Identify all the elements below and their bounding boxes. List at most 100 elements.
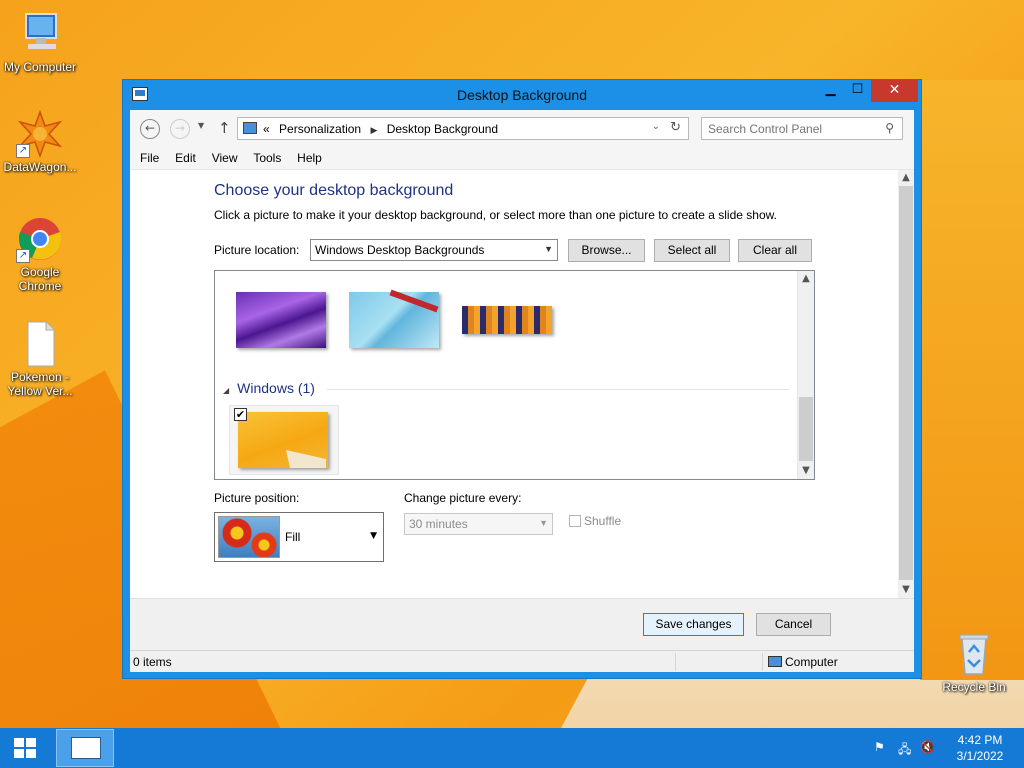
search-icon[interactable]: ⚲ — [885, 121, 894, 135]
chevron-down-icon: ▼ — [370, 531, 377, 541]
control-panel-icon — [243, 122, 257, 134]
group-divider — [327, 389, 789, 390]
refresh-icon[interactable]: ↻ — [670, 120, 681, 135]
computer-icon — [16, 10, 64, 58]
status-location-label: Computer — [785, 655, 838, 669]
taskbar-clock[interactable]: 4:42 PM 3/1/2022 — [940, 732, 1020, 764]
volume-muted-icon[interactable]: 🔇 — [920, 740, 935, 754]
clock-time: 4:42 PM — [957, 733, 1003, 747]
computer-icon — [768, 656, 782, 667]
scroll-down-icon[interactable]: ▼ — [898, 582, 914, 598]
datawagon-icon: ↗ — [16, 109, 64, 159]
wallpaper-thumbnail-windows[interactable] — [238, 412, 328, 468]
search-box[interactable]: ⚲ — [701, 117, 903, 140]
scroll-up-icon[interactable]: ▲ — [898, 170, 914, 186]
picture-location-dropdown[interactable]: Windows Desktop Backgrounds ▼ — [310, 239, 558, 261]
desktop-icon-datawagon[interactable]: ↗ DataWagon... — [0, 109, 80, 174]
select-all-button[interactable]: Select all — [654, 239, 730, 262]
control-panel-icon — [71, 737, 101, 759]
menu-edit[interactable]: Edit — [169, 148, 202, 165]
desktop-icon-google-chrome[interactable]: ↗ Google Chrome — [0, 215, 80, 293]
desktop-icon-label: Pokemon - Yellow Ver... — [7, 370, 73, 398]
shuffle-checkbox[interactable]: Shuffle — [569, 514, 621, 528]
scrollbar-thumb[interactable] — [899, 186, 913, 580]
wallpaper-shape — [920, 80, 1024, 680]
wallpaper-thumbnail-blue[interactable] — [349, 292, 439, 348]
scrollbar-thumb[interactable] — [799, 397, 813, 461]
checkbox-box[interactable] — [569, 515, 581, 527]
address-bar[interactable]: « Personalization ▶ Desktop Background ⌄… — [237, 117, 689, 140]
recent-pages-dropdown-icon[interactable]: ▼ — [198, 121, 204, 130]
taskbar: ⚑ 🖧 🔇 4:42 PM 3/1/2022 — [0, 728, 1024, 768]
desktop-background-window: Desktop Background ▁ ☐ ✕ ← → ▼ ↑ « Perso… — [122, 79, 922, 679]
shuffle-label: Shuffle — [584, 514, 622, 528]
chevron-down-icon: ▼ — [539, 518, 548, 528]
menu-bar: File Edit View Tools Help — [130, 148, 914, 170]
back-button[interactable]: ← — [140, 119, 160, 139]
menu-file[interactable]: File — [134, 148, 165, 165]
desktop-icon-label: Recycle Bin — [942, 680, 1006, 694]
menu-view[interactable]: View — [206, 148, 244, 165]
desktop-icon-label: Google Chrome — [18, 265, 62, 293]
clear-all-button[interactable]: Clear all — [738, 239, 812, 262]
cancel-button[interactable]: Cancel — [756, 613, 831, 636]
search-input[interactable] — [708, 119, 878, 139]
wallpaper-thumbnail-purple[interactable] — [236, 292, 326, 348]
content-scrollbar[interactable]: ▲ ▼ — [898, 170, 914, 598]
scroll-down-icon[interactable]: ▼ — [798, 463, 814, 479]
taskbar-control-panel-button[interactable] — [56, 729, 114, 767]
wallpaper-thumbnail-city[interactable] — [462, 306, 552, 334]
group-header-windows[interactable]: ◢ Windows (1) — [223, 380, 315, 396]
navigation-bar: ← → ▼ ↑ « Personalization ▶ Desktop Back… — [130, 110, 914, 148]
picture-position-value: Fill — [285, 530, 301, 544]
change-interval-dropdown[interactable]: 30 minutes ▼ — [404, 513, 553, 535]
breadcrumb-personalization[interactable]: Personalization — [279, 122, 361, 136]
file-icon — [16, 320, 64, 368]
wallpaper-checkbox[interactable]: ✔ — [234, 408, 247, 421]
main-content: Choose your desktop background Click a p… — [130, 170, 898, 598]
save-changes-button[interactable]: Save changes — [643, 613, 744, 636]
maximize-button[interactable]: ☐ — [844, 80, 871, 102]
menu-tools[interactable]: Tools — [247, 148, 287, 165]
title-bar[interactable]: Desktop Background ▁ ☐ ✕ — [123, 80, 921, 110]
desktop-icon-label: My Computer — [3, 60, 77, 74]
windows-start-icon[interactable] — [14, 738, 36, 758]
collapse-triangle-icon[interactable]: ◢ — [223, 386, 229, 395]
picture-location-label: Picture location: — [214, 243, 300, 257]
gallery-scrollbar[interactable]: ▲ ▼ — [797, 271, 814, 479]
minimize-button[interactable]: ▁ — [817, 80, 844, 102]
window-title: Desktop Background — [457, 87, 587, 103]
change-interval-value: 30 minutes — [409, 517, 468, 531]
breadcrumb-desktop-background[interactable]: Desktop Background — [387, 122, 498, 136]
browse-button[interactable]: Browse... — [568, 239, 645, 262]
menu-help[interactable]: Help — [291, 148, 328, 165]
dialog-footer: Save changes Cancel — [130, 598, 914, 650]
picture-gallery: ◢ Windows (1) ✔ ▲ ▼ — [214, 270, 815, 480]
close-button[interactable]: ✕ — [871, 80, 918, 102]
forward-button[interactable]: → — [170, 119, 190, 139]
change-picture-label: Change picture every: — [404, 491, 522, 505]
desktop-icon-my-computer[interactable]: My Computer — [0, 10, 80, 74]
scroll-up-icon[interactable]: ▲ — [798, 271, 814, 287]
status-location: Computer — [768, 655, 838, 669]
status-bar: 0 items Computer — [130, 650, 914, 672]
desktop-icon-pokemon[interactable]: Pokemon - Yellow Ver... — [0, 320, 80, 398]
selected-wallpaper-tile[interactable]: ✔ — [229, 405, 339, 475]
picture-location-value: Windows Desktop Backgrounds — [315, 243, 485, 257]
page-title: Choose your desktop background — [214, 182, 454, 199]
up-arrow-icon[interactable]: ↑ — [218, 119, 231, 137]
status-divider — [675, 653, 676, 671]
chevron-down-icon: ▼ — [544, 244, 553, 254]
breadcrumb: « Personalization ▶ Desktop Background — [263, 122, 504, 136]
breadcrumb-overflow[interactable]: « — [263, 122, 270, 136]
picture-position-dropdown[interactable]: Fill ▼ — [214, 512, 384, 562]
breadcrumb-separator-icon[interactable]: ▶ — [370, 125, 377, 135]
network-icon[interactable]: 🖧 — [898, 740, 911, 761]
desktop-icon-recycle-bin[interactable]: Recycle Bin — [934, 630, 1014, 694]
group-label: Windows (1) — [237, 380, 315, 396]
status-divider — [762, 653, 763, 671]
flag-icon[interactable]: ⚑ — [874, 740, 885, 754]
desktop-icon-label: DataWagon... — [3, 160, 77, 174]
address-dropdown-icon[interactable]: ⌄ — [652, 121, 660, 132]
shortcut-arrow-icon: ↗ — [16, 144, 30, 158]
